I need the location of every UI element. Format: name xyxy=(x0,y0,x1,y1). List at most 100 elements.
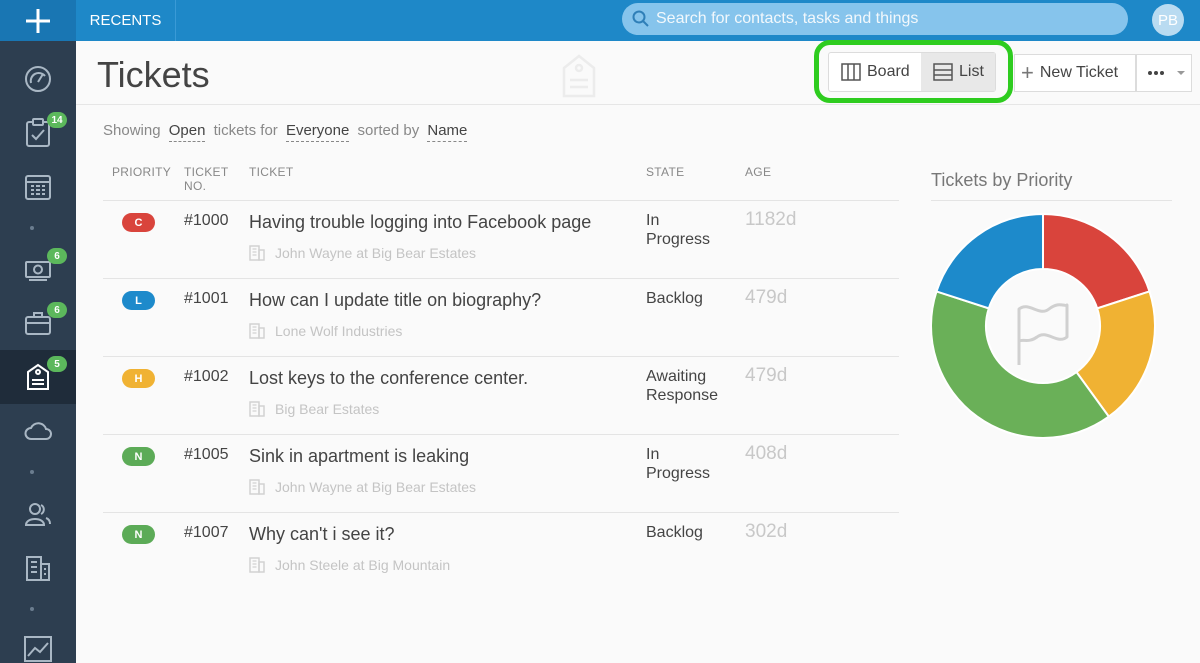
ticket-company[interactable]: John Wayne at Big Bear Estates xyxy=(249,245,476,261)
ticket-number: #1002 xyxy=(184,368,229,385)
dashboard-gauge-icon xyxy=(25,66,51,92)
page-title: Tickets xyxy=(97,54,210,95)
row-divider xyxy=(103,434,899,435)
building-icon xyxy=(249,401,265,417)
filter-bar: Showing Open tickets for Everyone sorted… xyxy=(103,122,471,142)
filter-state-dropdown[interactable]: Open xyxy=(168,122,206,142)
ticket-subject-link[interactable]: Why can't i see it? xyxy=(249,524,395,545)
filter-tickets-for-text: tickets for xyxy=(213,122,278,139)
user-avatar[interactable]: PB xyxy=(1152,4,1184,36)
view-toggle-highlight xyxy=(814,40,1013,103)
recents-button[interactable]: RECENTS xyxy=(76,0,176,41)
building-icon xyxy=(249,323,265,339)
ticket-company-label: Big Bear Estates xyxy=(275,401,380,417)
priority-badge: N xyxy=(122,525,155,544)
ticket-company-label: Lone Wolf Industries xyxy=(275,323,403,339)
building-icon xyxy=(249,245,265,261)
priority-badge: H xyxy=(122,369,155,388)
priority-badge: N xyxy=(122,447,155,466)
ticket-subject-link[interactable]: Lost keys to the conference center. xyxy=(249,368,528,389)
filter-sort-dropdown[interactable]: Name xyxy=(427,122,468,142)
more-dots-icon xyxy=(1148,71,1185,75)
filter-owner-dropdown[interactable]: Everyone xyxy=(285,122,350,142)
ticket-age: 302d xyxy=(745,521,788,542)
row-divider xyxy=(103,356,899,357)
ticket-state-line2: Progress xyxy=(646,231,711,248)
priority-badge: L xyxy=(122,291,155,310)
ticket-number: #1000 xyxy=(184,212,229,229)
column-header-ticket[interactable]: TICKET xyxy=(249,165,293,179)
sidebar-separator-dot xyxy=(30,607,34,611)
new-ticket-button[interactable]: + New Ticket xyxy=(1014,54,1136,92)
ticket-age: 479d xyxy=(745,287,788,308)
sidebar-item-reports[interactable] xyxy=(0,622,76,663)
sidebar-item-contacts[interactable] xyxy=(0,487,76,541)
filter-sorted-by-text: sorted by xyxy=(357,122,420,139)
ticket-age: 1182d xyxy=(745,209,797,230)
ticket-state: Awaiting Response xyxy=(646,367,736,405)
ticket-state-line1: Backlog xyxy=(646,524,703,541)
reports-chart-icon xyxy=(24,636,52,662)
ticket-state-line1: In xyxy=(646,212,660,229)
projects-count-badge: 6 xyxy=(47,302,67,318)
column-header-age[interactable]: AGE xyxy=(745,165,771,179)
donut-slice-c[interactable] xyxy=(1042,213,1151,310)
ticket-state: In Progress xyxy=(646,211,736,249)
more-options-button[interactable] xyxy=(1136,54,1192,92)
new-ticket-label: New Ticket xyxy=(1039,64,1119,81)
sidebar-item-companies[interactable] xyxy=(0,541,76,595)
header-divider xyxy=(76,104,1200,105)
ticket-company-label: John Wayne at Big Bear Estates xyxy=(275,479,477,495)
ticket-state: Backlog xyxy=(646,523,736,542)
column-header-state[interactable]: STATE xyxy=(646,165,684,179)
ticket-company[interactable]: Big Bear Estates xyxy=(249,401,379,417)
row-divider xyxy=(103,512,899,513)
ticket-company-label: John Steele at Big Mountain xyxy=(275,557,451,573)
sidebar: 14 6 6 5 xyxy=(0,41,76,663)
ticket-age: 408d xyxy=(745,443,788,464)
sidebar-item-cloud[interactable] xyxy=(0,404,76,458)
ticket-company[interactable]: John Wayne at Big Bear Estates xyxy=(249,479,476,495)
create-plus-button[interactable] xyxy=(0,0,76,41)
ticket-subject-link[interactable]: How can I update title on biography? xyxy=(249,290,541,311)
priority-badge: C xyxy=(122,213,155,232)
ticket-state-line1: In xyxy=(646,446,660,463)
top-bar: RECENTS Search for contacts, tasks and t… xyxy=(0,0,1200,41)
table-header-divider xyxy=(103,200,899,201)
building-icon xyxy=(249,479,265,495)
ticket-state-line2: Response xyxy=(646,387,719,404)
ticket-state-line1: Backlog xyxy=(646,290,703,307)
sidebar-item-dashboard[interactable] xyxy=(0,52,76,106)
ticket-company-label: John Wayne at Big Bear Estates xyxy=(275,245,477,261)
ticket-number: #1007 xyxy=(184,524,229,541)
donut-slice-l[interactable] xyxy=(935,213,1044,310)
ticket-company[interactable]: John Steele at Big Mountain xyxy=(249,557,450,573)
ticket-company[interactable]: Lone Wolf Industries xyxy=(249,323,402,339)
row-divider xyxy=(103,278,899,279)
deals-count-badge: 6 xyxy=(47,248,67,264)
plus-icon: + xyxy=(1021,60,1034,85)
search-input[interactable]: Search for contacts, tasks and things xyxy=(656,10,918,28)
tasks-count-badge: 14 xyxy=(47,112,67,128)
chart-title: Tickets by Priority xyxy=(931,170,1073,190)
sidebar-item-calendar[interactable] xyxy=(0,160,76,214)
ticket-state-line2: Progress xyxy=(646,465,711,482)
ticket-subject-link[interactable]: Sink in apartment is leaking xyxy=(249,446,469,467)
ticket-age: 479d xyxy=(745,365,788,386)
search-icon xyxy=(632,10,649,27)
plus-icon xyxy=(26,8,50,33)
cloud-icon xyxy=(24,422,52,440)
ticket-state: In Progress xyxy=(646,445,736,483)
column-header-ticket-no[interactable]: TICKET NO. xyxy=(184,165,228,193)
filter-showing-text: Showing xyxy=(103,122,161,139)
ticket-state-line1: Awaiting xyxy=(646,368,707,385)
calendar-icon xyxy=(25,175,51,200)
building-icon xyxy=(249,557,265,573)
ticket-number: #1001 xyxy=(184,290,229,307)
search-bar[interactable]: Search for contacts, tasks and things xyxy=(622,3,1128,35)
column-header-priority[interactable]: PRIORITY xyxy=(112,165,171,179)
contacts-people-icon xyxy=(24,503,51,526)
ticket-tag-icon xyxy=(562,54,596,98)
ticket-subject-link[interactable]: Having trouble logging into Facebook pag… xyxy=(249,212,591,233)
tickets-count-badge: 5 xyxy=(47,356,67,372)
